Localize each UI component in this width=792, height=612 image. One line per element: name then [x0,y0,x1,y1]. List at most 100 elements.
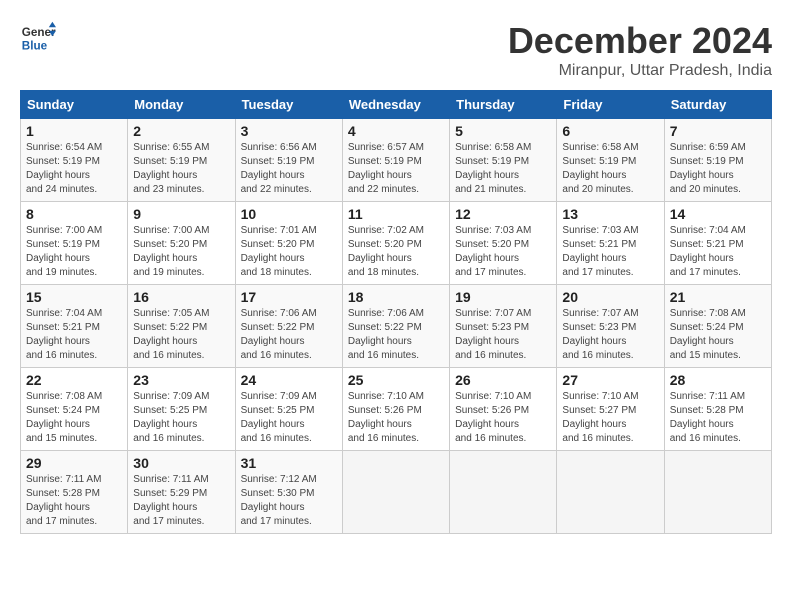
weekday-header-cell: Wednesday [342,91,449,119]
calendar-cell: 28Sunrise: 7:11 AMSunset: 5:28 PMDayligh… [664,368,771,451]
day-info: Sunrise: 7:07 AMSunset: 5:23 PMDaylight … [562,307,658,363]
day-info: Sunrise: 7:12 AMSunset: 5:30 PMDaylight … [241,473,337,529]
calendar-cell: 30Sunrise: 7:11 AMSunset: 5:29 PMDayligh… [128,451,235,534]
day-number: 25 [348,372,444,388]
location-title: Miranpur, Uttar Pradesh, India [508,62,772,80]
day-info: Sunrise: 6:58 AMSunset: 5:19 PMDaylight … [455,141,551,197]
calendar-cell: 25 Sunrise: 7:10 AMSunset: 5:26 PMDayligh… [342,368,449,451]
calendar-cell: 26Sunrise: 7:10 AMSunset: 5:26 PMDayligh… [450,368,557,451]
day-info: Sunrise: 7:11 AMSunset: 5:28 PMDaylight … [26,473,122,529]
calendar-cell: 5 Sunrise: 6:58 AMSunset: 5:19 PMDaylight… [450,119,557,202]
calendar-cell: 23 Sunrise: 7:09 AMSunset: 5:25 PMDayligh… [128,368,235,451]
calendar-cell [450,451,557,534]
day-info: Sunrise: 7:08 AMSunset: 5:24 PMDaylight … [26,390,122,446]
day-number: 15 [26,289,122,305]
day-number: 3 [241,123,337,139]
calendar-week-row: 29 Sunrise: 7:11 AMSunset: 5:28 PMDayligh… [21,451,772,534]
day-info: Sunrise: 6:56 AMSunset: 5:19 PMDaylight … [241,141,337,197]
day-number: 17 [241,289,337,305]
day-number: 23 [133,372,229,388]
calendar-week-row: 1 Sunrise: 6:54 AMSunset: 5:19 PMDaylight… [21,119,772,202]
day-info: Sunrise: 7:09 AMSunset: 5:25 PMDaylight … [133,390,229,446]
calendar-week-row: 15 Sunrise: 7:04 AMSunset: 5:21 PMDayligh… [21,285,772,368]
day-number: 7 [670,123,766,139]
calendar-cell: 27 Sunrise: 7:10 AMSunset: 5:27 PMDayligh… [557,368,664,451]
calendar-cell: 2 Sunrise: 6:55 AMSunset: 5:19 PMDaylight… [128,119,235,202]
day-info: Sunrise: 7:04 AMSunset: 5:21 PMDaylight … [26,307,122,363]
day-info: Sunrise: 7:11 AMSunset: 5:29 PMDaylight … [133,473,229,529]
day-info: Sunrise: 6:57 AMSunset: 5:19 PMDaylight … [348,141,444,197]
day-info: Sunrise: 7:00 AMSunset: 5:19 PMDaylight … [26,224,122,280]
calendar-cell: 1 Sunrise: 6:54 AMSunset: 5:19 PMDaylight… [21,119,128,202]
calendar-table: SundayMondayTuesdayWednesdayThursdayFrid… [20,90,772,534]
day-info: Sunrise: 7:10 AMSunset: 5:26 PMDaylight … [348,390,444,446]
day-info: Sunrise: 7:06 AMSunset: 5:22 PMDaylight … [241,307,337,363]
calendar-cell: 7 Sunrise: 6:59 AMSunset: 5:19 PMDaylight… [664,119,771,202]
day-info: Sunrise: 7:08 AMSunset: 5:24 PMDaylight … [670,307,766,363]
day-number: 10 [241,206,337,222]
day-number: 28 [670,372,766,388]
weekday-header-cell: Sunday [21,91,128,119]
day-info: Sunrise: 7:03 AMSunset: 5:20 PMDaylight … [455,224,551,280]
calendar-cell: 14 Sunrise: 7:04 AMSunset: 5:21 PMDayligh… [664,202,771,285]
page-header: General Blue December 2024 Miranpur, Utt… [20,20,772,80]
day-number: 29 [26,455,122,471]
calendar-cell: 21 Sunrise: 7:08 AMSunset: 5:24 PMDayligh… [664,285,771,368]
calendar-week-row: 22 Sunrise: 7:08 AMSunset: 5:24 PMDayligh… [21,368,772,451]
calendar-cell: 16Sunrise: 7:05 AMSunset: 5:22 PMDayligh… [128,285,235,368]
day-info: Sunrise: 7:10 AMSunset: 5:27 PMDaylight … [562,390,658,446]
calendar-cell [664,451,771,534]
day-number: 8 [26,206,122,222]
calendar-cell [557,451,664,534]
day-number: 11 [348,206,444,222]
day-number: 14 [670,206,766,222]
day-number: 5 [455,123,551,139]
day-number: 2 [133,123,229,139]
day-info: Sunrise: 7:01 AMSunset: 5:20 PMDaylight … [241,224,337,280]
calendar-cell: 15 Sunrise: 7:04 AMSunset: 5:21 PMDayligh… [21,285,128,368]
logo-icon: General Blue [20,20,56,56]
day-number: 1 [26,123,122,139]
weekday-header-cell: Monday [128,91,235,119]
day-number: 16 [133,289,229,305]
day-info: Sunrise: 7:03 AMSunset: 5:21 PMDaylight … [562,224,658,280]
weekday-header-row: SundayMondayTuesdayWednesdayThursdayFrid… [21,91,772,119]
calendar-cell: 20 Sunrise: 7:07 AMSunset: 5:23 PMDayligh… [557,285,664,368]
weekday-header-cell: Friday [557,91,664,119]
calendar-cell: 3 Sunrise: 6:56 AMSunset: 5:19 PMDaylight… [235,119,342,202]
svg-text:Blue: Blue [22,40,48,53]
day-info: Sunrise: 6:59 AMSunset: 5:19 PMDaylight … [670,141,766,197]
weekday-header-cell: Saturday [664,91,771,119]
day-number: 27 [562,372,658,388]
day-number: 6 [562,123,658,139]
day-number: 26 [455,372,551,388]
calendar-cell: 22 Sunrise: 7:08 AMSunset: 5:24 PMDayligh… [21,368,128,451]
day-info: Sunrise: 6:55 AMSunset: 5:19 PMDaylight … [133,141,229,197]
calendar-cell [342,451,449,534]
month-title: December 2024 [508,20,772,62]
weekday-header-cell: Tuesday [235,91,342,119]
day-number: 12 [455,206,551,222]
calendar-cell: 10 Sunrise: 7:01 AMSunset: 5:20 PMDayligh… [235,202,342,285]
calendar-cell: 6Sunrise: 6:58 AMSunset: 5:19 PMDaylight… [557,119,664,202]
day-info: Sunrise: 6:54 AMSunset: 5:19 PMDaylight … [26,141,122,197]
calendar-cell: 9 Sunrise: 7:00 AMSunset: 5:20 PMDaylight… [128,202,235,285]
day-number: 20 [562,289,658,305]
calendar-cell: 31Sunrise: 7:12 AMSunset: 5:30 PMDayligh… [235,451,342,534]
calendar-cell: 11Sunrise: 7:02 AMSunset: 5:20 PMDayligh… [342,202,449,285]
calendar-cell: 29 Sunrise: 7:11 AMSunset: 5:28 PMDayligh… [21,451,128,534]
calendar-cell: 18Sunrise: 7:06 AMSunset: 5:22 PMDayligh… [342,285,449,368]
logo: General Blue [20,20,56,56]
day-info: Sunrise: 7:00 AMSunset: 5:20 PMDaylight … [133,224,229,280]
calendar-cell: 8 Sunrise: 7:00 AMSunset: 5:19 PMDaylight… [21,202,128,285]
day-number: 22 [26,372,122,388]
weekday-header-cell: Thursday [450,91,557,119]
day-number: 21 [670,289,766,305]
title-block: December 2024 Miranpur, Uttar Pradesh, I… [508,20,772,80]
day-number: 24 [241,372,337,388]
calendar-cell: 19Sunrise: 7:07 AMSunset: 5:23 PMDayligh… [450,285,557,368]
day-info: Sunrise: 7:04 AMSunset: 5:21 PMDaylight … [670,224,766,280]
day-number: 9 [133,206,229,222]
day-number: 19 [455,289,551,305]
day-number: 4 [348,123,444,139]
